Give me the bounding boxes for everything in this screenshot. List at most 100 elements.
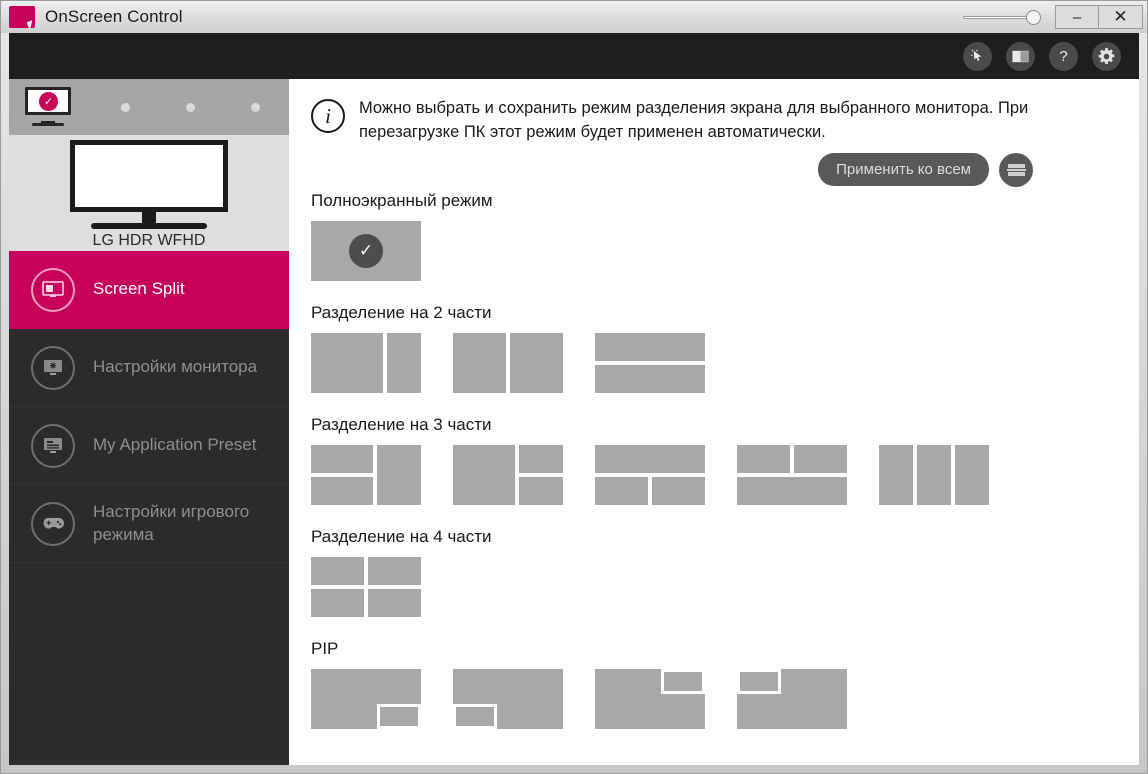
layout-tile-fullscreen[interactable]: ✓ — [311, 220, 421, 281]
screen-split-icon — [31, 267, 75, 312]
screen-split-icon[interactable] — [1006, 41, 1035, 71]
layout-cell — [368, 588, 421, 617]
sidebar-item-monitor-settings[interactable]: Настройки монитора — [9, 329, 289, 407]
layout-tile-3-right-stacked[interactable] — [453, 444, 563, 505]
app-window: OnScreen Control – ✕ ? ✓ LG HDR WFHD Scr… — [0, 0, 1148, 774]
help-icon[interactable]: ? — [1049, 41, 1078, 71]
layout-row — [311, 588, 421, 617]
split-layout-icon[interactable] — [999, 152, 1033, 187]
window-controls: – ✕ — [963, 1, 1143, 33]
layout-tile-3-bottom-full[interactable] — [737, 444, 847, 505]
split-4-tiles — [311, 556, 1117, 617]
monitor-slot-dot[interactable] — [186, 102, 195, 112]
layout-cell — [917, 444, 951, 505]
layout-cell — [453, 444, 515, 505]
close-button[interactable]: ✕ — [1099, 5, 1143, 29]
sidebar-filler — [9, 563, 289, 765]
layout-cell — [311, 444, 373, 473]
split-3-tiles — [311, 444, 1117, 505]
title-bar: OnScreen Control – ✕ — [1, 1, 1147, 33]
sidebar-nav: Screen Split Настройки монитора My Appli… — [9, 251, 289, 563]
layout-column — [519, 444, 563, 505]
layout-tile-3-left-stacked[interactable] — [311, 444, 421, 505]
layout-cell — [955, 444, 989, 505]
sidebar-item-label: My Application Preset — [93, 435, 257, 455]
layout-tile-2-equal-horizontal[interactable] — [595, 332, 705, 393]
sidebar-item-label: Настройки игрового режима — [93, 501, 250, 544]
info-banner: i Можно выбрать и сохранить режим раздел… — [311, 97, 1117, 145]
layout-tile-2-equal-vertical[interactable] — [453, 332, 563, 393]
layout-tile-3-columns[interactable] — [879, 444, 989, 505]
apply-to-all-button[interactable]: Применить ко всем — [818, 153, 989, 187]
monitor-check-badge: ✓ — [39, 92, 58, 111]
pip-sub-window — [661, 668, 705, 694]
fullscreen-tiles: ✓ — [311, 220, 1117, 281]
lg-onscreen-logo-icon — [9, 6, 35, 28]
top-toolbar: ? — [9, 33, 1139, 79]
layout-cell — [737, 476, 847, 505]
sidebar-item-game-mode-settings[interactable]: Настройки игрового режима — [9, 485, 289, 563]
layout-tile-4-grid[interactable] — [311, 556, 421, 617]
layout-cell — [595, 364, 705, 393]
monitor-preview-screen — [70, 140, 228, 212]
section-split-4: Разделение на 4 части — [311, 527, 1117, 617]
layout-row — [737, 444, 847, 473]
monitor-selector-bar: ✓ — [9, 79, 289, 135]
gamepad-icon — [31, 501, 75, 546]
layout-cell — [311, 332, 383, 393]
minimize-button[interactable]: – — [1055, 5, 1099, 29]
slider-track — [963, 16, 1029, 19]
sidebar-item-label: Настройки монитора — [93, 357, 258, 377]
pip-sub-window — [453, 703, 497, 729]
section-title: Разделение на 4 части — [311, 526, 492, 546]
apply-all-row: Применить ко всем — [311, 152, 1117, 187]
layout-cell — [519, 476, 563, 505]
section-title: PIP — [311, 638, 339, 658]
layout-cell — [311, 476, 373, 505]
layout-tile-3-top-full[interactable] — [595, 444, 705, 505]
section-split-3: Разделение на 3 части — [311, 415, 1117, 505]
sidebar-item-application-preset[interactable]: My Application Preset — [9, 407, 289, 485]
pip-sub-window — [377, 703, 421, 729]
section-title: Полноэкранный режим — [311, 190, 493, 210]
sidebar-item-label: Screen Split — [93, 279, 185, 299]
section-pip: PIP — [311, 639, 1117, 729]
layout-tile-2-wide-left[interactable] — [311, 332, 421, 393]
monitor-preview: LG HDR WFHD — [9, 135, 289, 251]
monitor-base — [32, 123, 64, 126]
layout-cell — [311, 588, 364, 617]
layout-tile-pip-bottom-left[interactable] — [453, 668, 563, 729]
layout-cell — [595, 332, 705, 361]
layout-cell — [368, 556, 421, 585]
split-layout-glyph — [1006, 162, 1026, 177]
layout-row — [311, 556, 421, 585]
main-panel: i Можно выбрать и сохранить режим раздел… — [289, 79, 1139, 765]
layout-column — [311, 444, 373, 505]
slider-knob[interactable] — [1026, 10, 1041, 25]
content-area: ✓ LG HDR WFHD Screen Split Настройки мон… — [9, 79, 1139, 765]
layout-cell — [377, 444, 421, 505]
section-title: Разделение на 2 части — [311, 302, 492, 322]
info-icon: i — [311, 99, 345, 133]
pip-tiles — [311, 668, 1117, 729]
layout-cell — [453, 332, 506, 393]
layout-tile-pip-top-left[interactable] — [737, 668, 847, 729]
monitor-slot-dot[interactable] — [121, 102, 130, 112]
application-preset-icon — [31, 423, 75, 468]
layout-tile-pip-top-right[interactable] — [595, 668, 705, 729]
pip-sub-window — [737, 668, 781, 694]
monitor-slot-dot[interactable] — [251, 102, 260, 112]
sidebar-item-screen-split[interactable]: Screen Split — [9, 251, 289, 329]
layout-cell — [652, 476, 705, 505]
opacity-slider[interactable] — [963, 6, 1041, 28]
layout-tile-pip-bottom-right[interactable] — [311, 668, 421, 729]
info-text: Можно выбрать и сохранить режим разделен… — [359, 99, 1029, 141]
section-split-2: Разделение на 2 части — [311, 303, 1117, 393]
pointer-click-icon[interactable] — [963, 41, 992, 71]
monitor-selected-icon[interactable]: ✓ — [25, 87, 75, 127]
layout-cell — [794, 444, 847, 473]
selected-check-icon: ✓ — [349, 233, 383, 268]
monitor-slot-dots — [121, 102, 260, 112]
settings-gear-icon[interactable] — [1092, 41, 1121, 71]
monitor-model-label: LG HDR WFHD — [92, 232, 206, 249]
